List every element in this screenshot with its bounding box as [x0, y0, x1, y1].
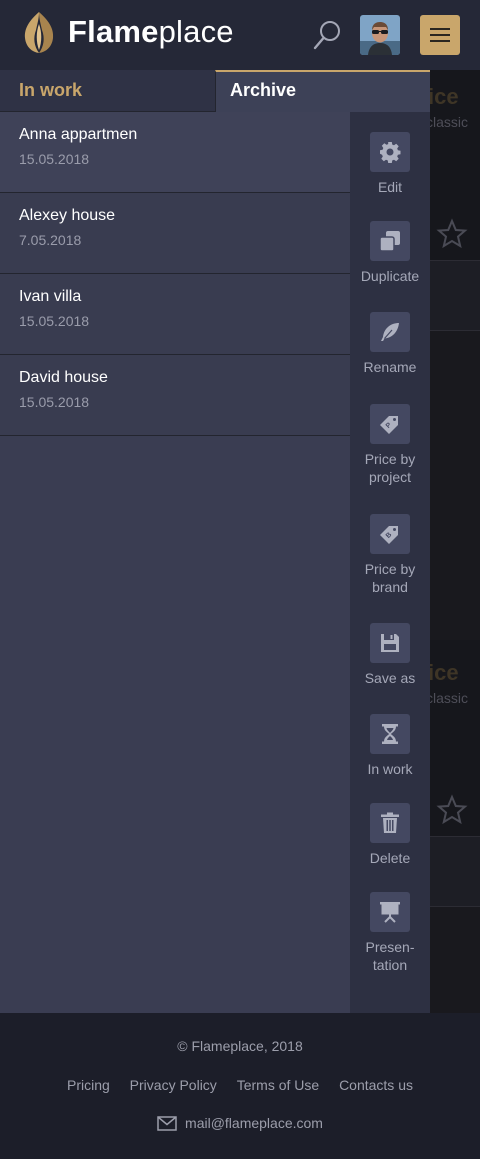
project-name: Alexey house [19, 207, 116, 224]
duplicate-icon [370, 221, 410, 261]
background-card-image [430, 836, 480, 906]
presentation-button[interactable]: Presen-tation [350, 892, 430, 974]
search-icon [313, 21, 340, 50]
label-line: Presen- [365, 939, 415, 955]
gear-icon [370, 132, 410, 172]
favorite-star-icon [436, 794, 468, 825]
hamburger-line [430, 34, 450, 36]
list-item[interactable]: Ivan villa 15.05.2018 [0, 274, 350, 355]
logo-text: Flameplace [68, 10, 234, 54]
project-date: 15.05.2018 [19, 394, 90, 410]
presentation-icon [370, 892, 410, 932]
background-card-subtitle: classic [430, 114, 469, 130]
favorite-star-icon [436, 218, 468, 249]
background-card-title: ice [430, 84, 459, 109]
background-card: ice classic [430, 646, 480, 1013]
in-work-label: In work [367, 761, 413, 777]
copyright: © Flameplace, 2018 [177, 1038, 303, 1054]
edit-label: Edit [377, 179, 403, 195]
presentation-label: Presen-tation [350, 938, 430, 974]
footer-links: Pricing Privacy Policy Terms of Use Cont… [0, 1077, 480, 1093]
background-card: ice classic [430, 70, 480, 646]
footer-link-contacts[interactable]: Contacts us [339, 1077, 413, 1093]
label-line: project [368, 469, 412, 485]
in-work-button[interactable]: In work [350, 714, 430, 778]
background-card-subtitle: classic [430, 690, 469, 706]
label-line: brand [372, 579, 408, 595]
label-line: Price by [364, 451, 416, 467]
logo-text-light: place [158, 14, 234, 49]
project-date: 15.05.2018 [19, 313, 90, 329]
hamburger-line [430, 40, 450, 42]
price-by-project-button[interactable]: P Price by project [350, 404, 430, 486]
background-card-image [430, 260, 480, 330]
project-date: 15.05.2018 [19, 151, 90, 167]
logo-text-bold: Flame [68, 14, 159, 49]
rename-label: Rename [363, 359, 417, 375]
price-tag-p-icon: P [370, 404, 410, 444]
background-card-image [430, 906, 480, 1013]
price-by-brand-button[interactable]: B Price by brand [350, 514, 430, 596]
label-line: tation [372, 957, 408, 973]
project-tabs: In work Archive [0, 70, 430, 112]
feather-icon [370, 312, 410, 352]
avatar[interactable] [360, 15, 400, 55]
background-catalog: ice classic ice classic [430, 70, 480, 1013]
project-name: Anna appartmen [19, 126, 138, 143]
rename-button[interactable]: Rename [350, 312, 430, 376]
trash-icon [370, 803, 410, 843]
project-date: 7.05.2018 [19, 232, 82, 248]
delete-label: Delete [369, 850, 411, 866]
hamburger-icon [430, 28, 450, 30]
tab-archive[interactable]: Archive [215, 70, 430, 112]
user-photo-icon [360, 15, 400, 55]
price-by-brand-label: Price by brand [350, 560, 430, 596]
app-header: Flameplace [0, 0, 480, 70]
project-list: Anna appartmen 15.05.2018 Alexey house 7… [0, 112, 350, 436]
hamburger-menu-button[interactable] [420, 15, 460, 55]
floppy-icon [370, 623, 410, 663]
project-name: David house [19, 369, 108, 386]
duplicate-label: Duplicate [360, 268, 420, 284]
edit-button[interactable]: Edit [350, 132, 430, 196]
envelope-icon [157, 1116, 177, 1131]
project-actions-panel: Edit Duplicate Rename P Price by project [350, 112, 430, 1013]
duplicate-button[interactable]: Duplicate [350, 221, 430, 285]
search-button[interactable] [311, 18, 343, 52]
flame-logo-icon [24, 12, 54, 53]
logo[interactable]: Flameplace [22, 10, 234, 54]
project-name: Ivan villa [19, 288, 82, 305]
list-item[interactable]: Alexey house 7.05.2018 [0, 193, 350, 274]
price-tag-b-icon: B [370, 514, 410, 554]
email-text: mail@flameplace.com [185, 1115, 323, 1131]
delete-button[interactable]: Delete [350, 803, 430, 867]
background-card-image [430, 330, 480, 640]
background-card-title: ice [430, 660, 459, 685]
footer-link-pricing[interactable]: Pricing [67, 1077, 110, 1093]
list-item[interactable]: David house 15.05.2018 [0, 355, 350, 436]
price-by-project-label: Price by project [350, 450, 430, 486]
tab-in-work[interactable]: In work [0, 70, 215, 112]
save-as-label: Save as [364, 670, 416, 686]
footer-link-privacy-policy[interactable]: Privacy Policy [130, 1077, 217, 1093]
list-item[interactable]: Anna appartmen 15.05.2018 [0, 112, 350, 193]
site-footer: © Flameplace, 2018 Pricing Privacy Polic… [0, 1013, 480, 1159]
footer-email[interactable]: mail@flameplace.com [0, 1115, 480, 1131]
hourglass-icon [370, 714, 410, 754]
projects-drawer: In work Archive Anna appartmen 15.05.201… [0, 70, 430, 1013]
label-line: Price by [364, 561, 416, 577]
save-as-button[interactable]: Save as [350, 623, 430, 687]
footer-link-terms-of-use[interactable]: Terms of Use [237, 1077, 319, 1093]
